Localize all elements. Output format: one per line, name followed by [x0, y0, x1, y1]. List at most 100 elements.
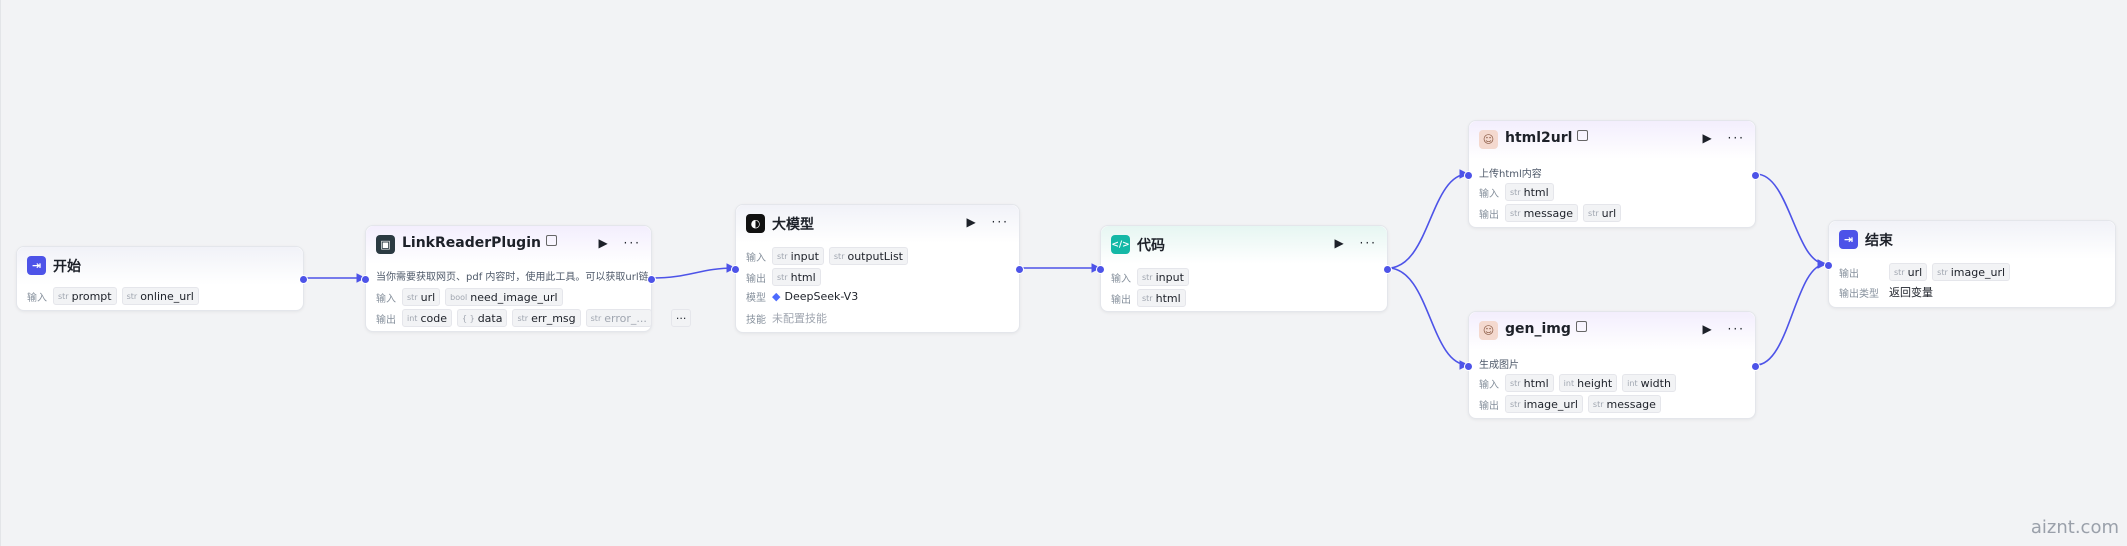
plugin-badge-icon [1575, 321, 1587, 332]
node-gen-img[interactable]: ☺ gen_img ▶ ··· 生成图片 输入 str html int heigh… [1464, 311, 1760, 419]
input-port[interactable] [1824, 261, 1833, 270]
run-button[interactable]: ▶ [1334, 236, 1345, 250]
workflow-canvas[interactable]: ⇥ 开始 输入 str prompt str online_url ▣ LinkRe… [0, 0, 2127, 546]
node-actions: ▶ ··· [590, 236, 641, 250]
node-header: ⇥ 结束 [1829, 221, 2115, 259]
node-code[interactable]: </> 代码 ▶ ··· 输入 str input 输出 str html [1096, 225, 1392, 312]
node-actions: ▶ ··· [958, 215, 1009, 229]
code-icon: </> [1111, 235, 1130, 254]
edge-code-genimg [1387, 267, 1469, 370]
more-menu-button[interactable]: ··· [1728, 322, 1745, 336]
node-description: 当你需要获取网页、pdf 内容时，使用此工具。可以获取url链… [376, 272, 648, 283]
avatar-icon: ☺ [1479, 130, 1498, 149]
param-tag: int code [402, 309, 452, 327]
run-button[interactable]: ▶ [598, 236, 609, 250]
param-tag: str html [1137, 289, 1186, 307]
edge-html2url-end [1755, 173, 1827, 269]
param-tag: str prompt [53, 287, 117, 305]
deepseek-icon: ◆ [772, 290, 781, 303]
param-tag: str url [402, 288, 441, 306]
end-icon: ⇥ [1839, 230, 1858, 249]
node-title: 结束 [1865, 233, 1893, 249]
param-tag: str url [1889, 263, 1928, 281]
edge-genimg-end [1755, 259, 1827, 366]
node-start[interactable]: ⇥ 开始 输入 str prompt str online_url [16, 246, 308, 311]
param-tag: str html [1505, 183, 1554, 201]
more-params-button[interactable]: ··· [670, 309, 692, 327]
output-port[interactable] [1015, 265, 1024, 274]
start-icon: ⇥ [27, 256, 46, 275]
param-tag: { } data [456, 309, 508, 327]
param-tag: str input [772, 247, 824, 265]
param-tag: str image_url [1505, 395, 1583, 413]
param-tag: int height [1558, 374, 1618, 392]
node-title: gen_img [1505, 321, 1587, 337]
run-button[interactable]: ▶ [1702, 322, 1713, 336]
node-actions: ▶ ··· [1326, 236, 1377, 250]
plugin-badge-icon [545, 235, 557, 246]
plugin-icon: ▣ [376, 235, 395, 254]
input-row: 输入 str html int height int width [1479, 374, 1681, 392]
param-tag: str image_url [1932, 263, 2011, 281]
node-actions: ▶ ··· [1694, 322, 1745, 336]
plugin-badge-icon [1577, 130, 1589, 141]
more-menu-button[interactable]: ··· [992, 215, 1009, 229]
output-row: 输出 str url str image_url [1839, 263, 2015, 281]
output-row: 输出 str html [1111, 289, 1191, 307]
run-button[interactable]: ▶ [966, 215, 977, 229]
more-menu-button[interactable]: ··· [1728, 131, 1745, 145]
more-menu-button[interactable]: ··· [624, 236, 641, 250]
node-description: 上传html内容 [1479, 169, 1542, 180]
param-tag: str input [1137, 268, 1189, 286]
input-row: 输入 str input [1111, 268, 1194, 286]
param-tag: str err_msg [512, 309, 581, 327]
model-row: 模型 ◆ DeepSeek-V3 [746, 290, 859, 304]
input-port[interactable] [1464, 171, 1473, 180]
output-row: 输出 str message str url [1479, 204, 1626, 222]
input-port[interactable] [1096, 265, 1105, 274]
output-port[interactable] [1751, 362, 1760, 371]
param-tag: int width [1622, 374, 1676, 392]
node-header: ▣ LinkReaderPlugin ▶ ··· [366, 226, 651, 264]
node-header: ☺ gen_img ▶ ··· [1469, 312, 1755, 350]
node-header: ☺ html2url ▶ ··· [1469, 121, 1755, 159]
param-tag: str error_... [585, 309, 652, 327]
node-link-reader[interactable]: ▣ LinkReaderPlugin ▶ ··· 当你需要获取网页、pdf 内容… [361, 225, 692, 332]
output-port[interactable] [299, 275, 308, 284]
input-port[interactable] [361, 275, 370, 284]
input-row: 输入 str input str outputList [746, 247, 913, 265]
edge-linkreader-llm [651, 263, 736, 279]
run-button[interactable]: ▶ [1702, 131, 1713, 145]
node-title: html2url [1505, 130, 1589, 146]
node-title: 开始 [53, 259, 81, 275]
output-row: 输出 str image_url str message [1479, 395, 1666, 413]
canvas-left-border [0, 0, 1, 546]
node-llm[interactable]: ◐ 大模型 ▶ ··· 输入 str input str outputList 输出… [731, 204, 1024, 333]
node-title: 代码 [1137, 238, 1165, 254]
param-tag: str outputList [828, 247, 908, 265]
input-port[interactable] [731, 265, 740, 274]
output-row: 输出 str html [746, 268, 826, 286]
node-end[interactable]: ⇥ 结束 输出 str url str image_url 输出类型 返回变量 [1824, 220, 2116, 308]
more-menu-button[interactable]: ··· [1360, 236, 1377, 250]
param-tag: str online_url [121, 287, 199, 305]
model-name: DeepSeek-V3 [784, 290, 859, 303]
output-port[interactable] [1383, 265, 1392, 274]
input-row: 输入 str url bool need_image_url [376, 288, 568, 306]
llm-icon: ◐ [746, 214, 765, 233]
avatar-icon: ☺ [1479, 321, 1498, 340]
input-port[interactable] [1464, 362, 1473, 371]
output-port[interactable] [1751, 171, 1760, 180]
output-port[interactable] [647, 275, 656, 284]
node-title: LinkReaderPlugin [402, 235, 557, 251]
output-type-row: 输出类型 返回变量 [1839, 286, 1933, 300]
param-tag: bool need_image_url [445, 288, 563, 306]
watermark: aiznt.com [2030, 517, 2119, 538]
skill-value: 未配置技能 [772, 312, 827, 325]
node-header: ◐ 大模型 ▶ ··· [736, 205, 1019, 243]
node-html2url[interactable]: ☺ html2url ▶ ··· 上传html内容 输入 str html 输出 … [1464, 120, 1760, 228]
edge-code-html2url [1387, 169, 1469, 269]
output-type-value: 返回变量 [1889, 286, 1933, 299]
param-tag: str html [1505, 374, 1554, 392]
edges-layer [304, 169, 1827, 370]
